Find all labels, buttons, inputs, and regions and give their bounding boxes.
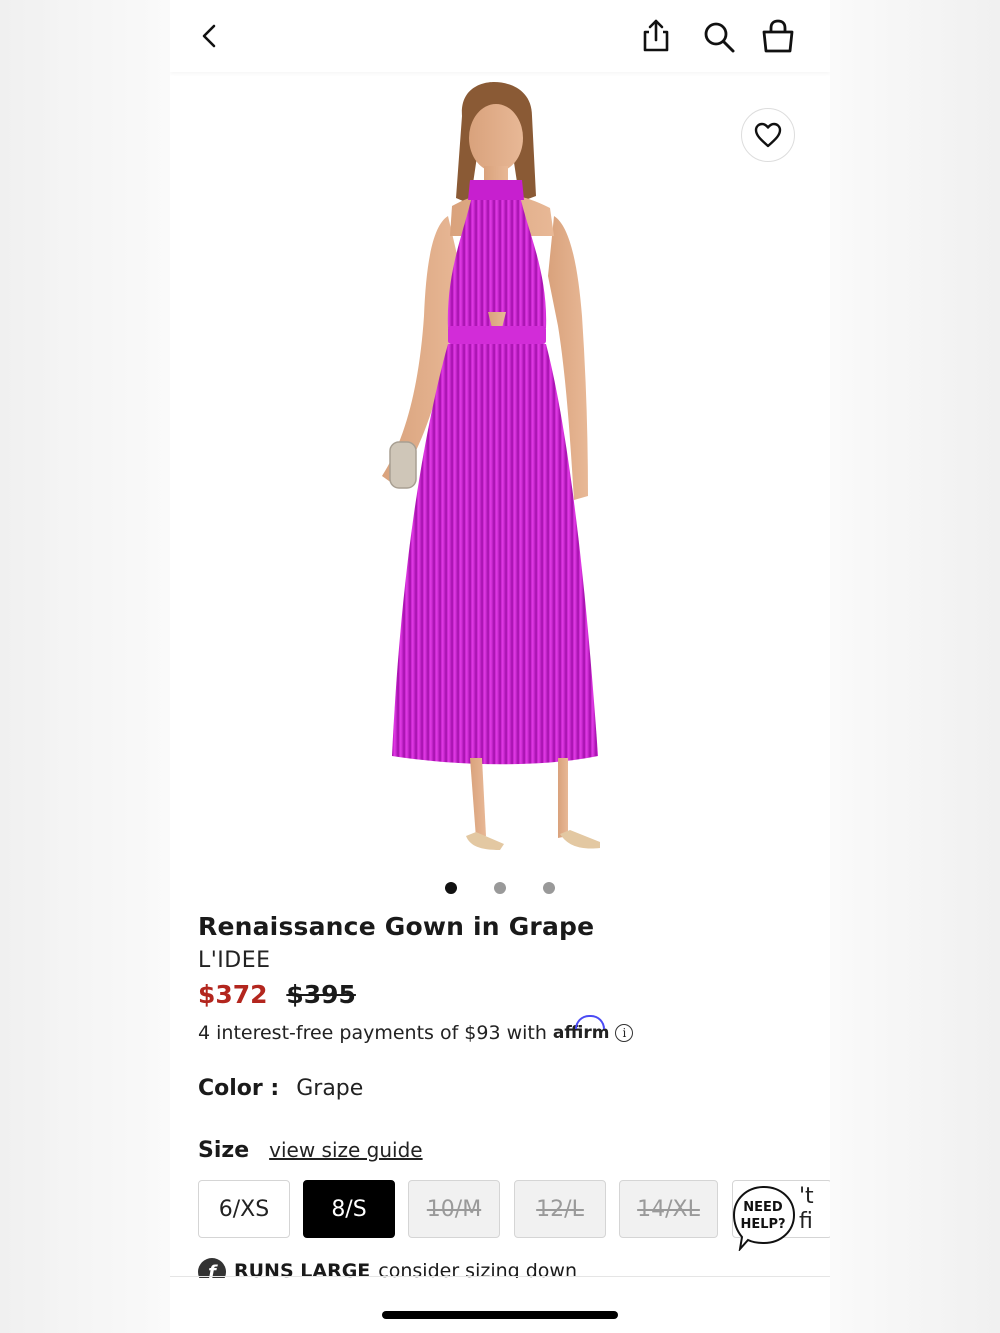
size-header: Size view size guide [198,1138,423,1163]
installment-text: 4 interest-free payments of $93 with [198,1022,547,1044]
back-icon[interactable] [194,20,226,52]
color-value: Grape [296,1076,364,1101]
color-label: Color : [198,1076,280,1101]
wishlist-button[interactable] [741,108,795,162]
info-icon[interactable]: i [615,1024,634,1042]
pagination-dot[interactable] [445,882,457,894]
size-option-8-s[interactable]: 8/S [303,1180,395,1238]
size-option-6-xs[interactable]: 6/XS [198,1180,290,1238]
installment-offer: 4 interest-free payments of $93 with aff… [198,1015,634,1044]
share-icon[interactable] [640,18,672,54]
size-option-10-m[interactable]: 10/M [408,1180,500,1238]
size-option-14-xl[interactable]: 14/XL [619,1180,718,1238]
brand-name[interactable]: L'IDEE [198,948,271,973]
phone-screen: Renaissance Gown in Grape L'IDEE $372 $3… [170,0,830,1333]
search-icon[interactable] [702,20,736,54]
bag-icon[interactable] [760,18,796,54]
need-help-line1: NEED [743,1200,783,1215]
gallery-pagination [170,880,830,896]
home-indicator[interactable] [382,1311,618,1319]
bottom-divider [170,1276,830,1277]
sale-price: $372 [198,980,268,1009]
price-row: $372 $395 [198,980,356,1009]
pagination-dot[interactable] [543,882,555,894]
top-navigation-bar [170,0,830,72]
heart-icon [754,122,782,148]
product-title: Renaissance Gown in Grape [198,912,595,941]
need-help-line2: HELP? [740,1217,786,1232]
original-price: $395 [286,980,356,1009]
left-backdrop [0,0,170,1333]
need-help-label: NEED HELP? [732,1199,794,1233]
gown-photo [382,82,600,850]
fit-predictor-icon: f [198,1258,226,1278]
size-option-12-l[interactable]: 12/L [514,1180,606,1238]
need-help-button[interactable]: NEED HELP? [732,1185,796,1251]
pagination-dot[interactable] [494,882,506,894]
affirm-arc [574,1015,605,1029]
product-image[interactable] [170,76,830,866]
size-label: Size [198,1138,250,1163]
affirm-logo: affirm [553,1015,609,1043]
fit-advice: f RUNS LARGE consider sizing down [198,1256,577,1278]
color-selection: Color : Grape [198,1076,363,1101]
size-guide-link[interactable]: view size guide [269,1138,422,1162]
right-backdrop [830,0,1000,1333]
